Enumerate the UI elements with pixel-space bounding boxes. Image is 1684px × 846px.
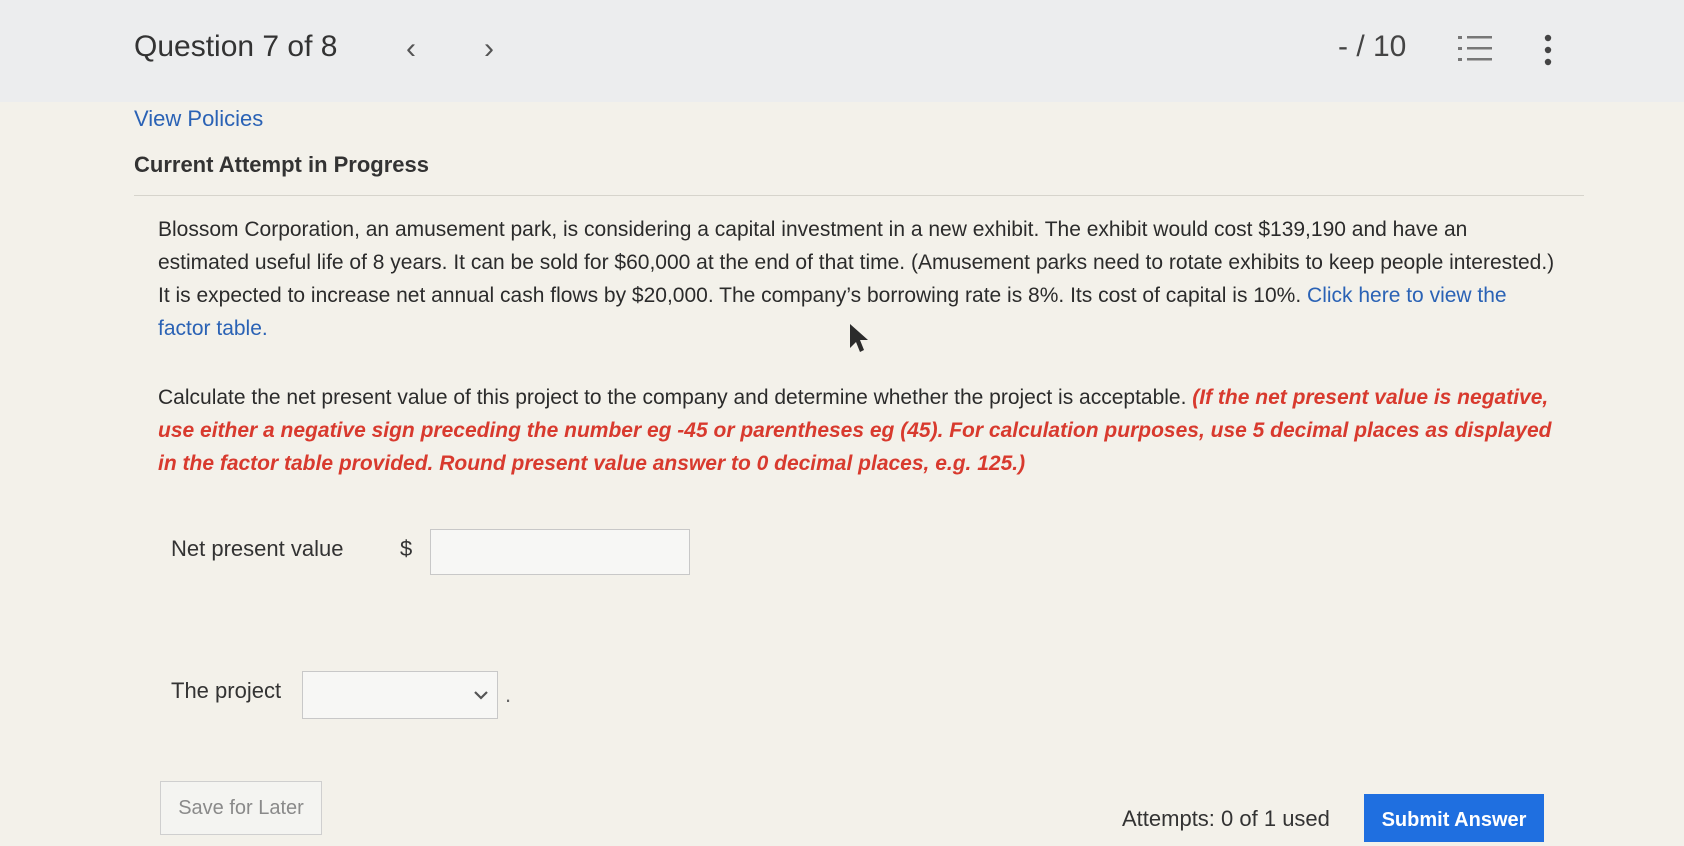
attempts-counter: Attempts: 0 of 1 used bbox=[1122, 806, 1330, 831]
mouse-cursor-icon bbox=[850, 324, 868, 352]
project-select[interactable] bbox=[302, 671, 498, 719]
npv-label: Net present value bbox=[171, 536, 344, 561]
score-display: - / 10 bbox=[1338, 30, 1407, 63]
instruction-text: Calculate the net present value of this … bbox=[158, 386, 1187, 409]
chevron-right-icon[interactable]: › bbox=[474, 30, 504, 68]
currency-symbol: $ bbox=[400, 536, 413, 561]
sentence-period: . bbox=[505, 682, 512, 707]
top-bar: Question 7 of 8 ‹ › - / 10 bbox=[0, 0, 1684, 102]
submit-answer-button[interactable]: Submit Answer bbox=[1364, 794, 1544, 842]
divider bbox=[134, 195, 1584, 196]
instruction: Calculate the net present value of this … bbox=[158, 381, 1558, 480]
chevron-left-icon[interactable]: ‹ bbox=[396, 30, 426, 68]
more-vertical-icon[interactable] bbox=[1542, 34, 1554, 66]
chevron-down-icon bbox=[474, 691, 488, 700]
save-for-later-button[interactable]: Save for Later bbox=[160, 781, 322, 835]
question-list-icon[interactable] bbox=[1458, 34, 1492, 64]
question-title: Question 7 of 8 bbox=[134, 30, 338, 63]
attempt-heading: Current Attempt in Progress bbox=[134, 152, 430, 177]
view-policies-link[interactable]: View Policies bbox=[134, 106, 263, 132]
npv-input[interactable] bbox=[430, 529, 690, 575]
project-label: The project bbox=[171, 678, 282, 703]
